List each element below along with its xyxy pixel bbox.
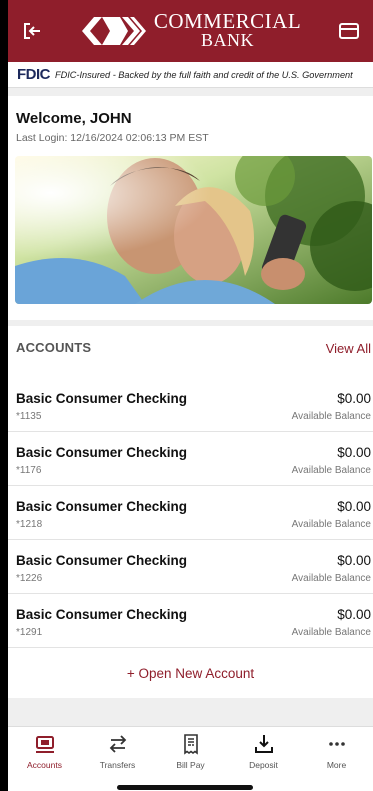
nav-label: More [326, 760, 347, 770]
account-balance: $0.00 [337, 391, 371, 406]
welcome-card: Welcome, JOHN Last Login: 12/16/2024 02:… [8, 96, 373, 320]
nav-accounts[interactable]: Accounts [8, 727, 81, 791]
open-new-account-button[interactable]: + Open New Account [8, 666, 373, 681]
brand-name-line2: BANK [200, 30, 254, 50]
nav-deposit[interactable]: Deposit [227, 727, 300, 791]
account-balance: $0.00 [337, 553, 371, 568]
app-screen: COMMERCIAL BANK FDIC FDIC-Insured - Back… [8, 0, 373, 791]
account-row[interactable]: Basic Consumer Checking *1291 $0.00 Avai… [8, 594, 373, 648]
balance-label: Available Balance [291, 627, 371, 638]
accounts-card: ACCOUNTS View All Basic Consumer Checkin… [8, 326, 373, 698]
nav-more[interactable]: More [300, 727, 373, 791]
nav-label: Transfers [99, 760, 136, 770]
brand-name-line1: COMMERCIAL [153, 9, 302, 33]
nav-bill-pay[interactable]: Bill Pay [154, 727, 227, 791]
account-name: Basic Consumer Checking [16, 553, 188, 568]
account-number: *1218 [16, 519, 43, 530]
account-number: *1135 [16, 411, 42, 422]
fdic-banner: FDIC FDIC-Insured - Backed by the full f… [8, 62, 373, 88]
account-number: *1291 [16, 627, 43, 638]
bottom-nav: Accounts Transfers Bill Pay Deposit More [8, 726, 373, 791]
account-row[interactable]: Basic Consumer Checking *1218 $0.00 Avai… [8, 486, 373, 540]
nav-label: Bill Pay [176, 760, 205, 770]
accounts-icon [35, 736, 54, 753]
account-balance: $0.00 [337, 445, 371, 460]
account-row[interactable]: Basic Consumer Checking *1226 $0.00 Avai… [8, 540, 373, 594]
home-indicator[interactable] [117, 785, 253, 790]
balance-label: Available Balance [291, 465, 371, 476]
account-balance: $0.00 [337, 607, 371, 622]
account-balance: $0.00 [337, 499, 371, 514]
nav-label: Accounts [27, 760, 62, 770]
bill-icon [183, 734, 198, 755]
bank-logo: COMMERCIAL BANK [80, 11, 301, 51]
logout-icon[interactable] [18, 17, 46, 45]
view-all-link[interactable]: View All [326, 341, 371, 356]
account-name: Basic Consumer Checking [16, 445, 188, 460]
balance-label: Available Balance [291, 519, 371, 530]
welcome-title: Welcome, JOHN [16, 110, 132, 127]
account-number: *1176 [16, 465, 42, 476]
more-dots-icon [328, 742, 345, 746]
account-row[interactable]: Basic Consumer Checking *1135 $0.00 Avai… [8, 378, 373, 432]
account-name: Basic Consumer Checking [16, 499, 188, 514]
hero-image [15, 156, 372, 304]
nav-label: Deposit [249, 760, 278, 770]
fdic-logo: FDIC [17, 66, 51, 83]
account-number: *1226 [16, 573, 43, 584]
transfer-arrows-icon [109, 735, 126, 753]
nav-transfers[interactable]: Transfers [81, 727, 154, 791]
account-name: Basic Consumer Checking [16, 607, 188, 622]
download-tray-icon [254, 735, 273, 753]
account-row[interactable]: Basic Consumer Checking *1176 $0.00 Avai… [8, 432, 373, 486]
last-login-text: Last Login: 12/16/2024 02:06:13 PM EST [16, 132, 209, 144]
top-bar: COMMERCIAL BANK [8, 0, 373, 62]
card-icon[interactable] [335, 17, 363, 45]
bank-logo-mark-icon [81, 17, 146, 45]
balance-label: Available Balance [291, 411, 371, 422]
accounts-heading: ACCOUNTS [16, 340, 92, 355]
fdic-disclaimer: FDIC-Insured - Backed by the full faith … [55, 69, 353, 80]
balance-label: Available Balance [291, 573, 371, 584]
account-name: Basic Consumer Checking [16, 391, 188, 406]
